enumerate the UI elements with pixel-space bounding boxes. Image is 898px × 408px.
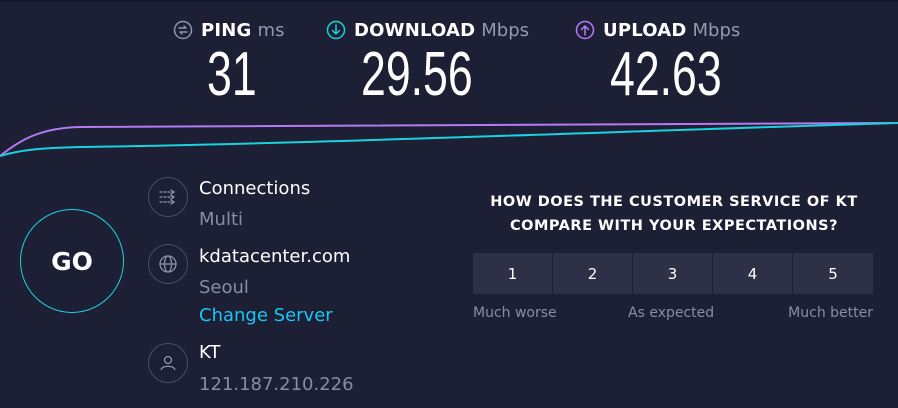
change-server-link[interactable]: Change Server: [199, 305, 333, 326]
scale-mid-label: As expected: [628, 305, 715, 321]
download-graph-line: [0, 122, 898, 157]
rating-option-4[interactable]: 4: [713, 253, 792, 294]
server-host: kdatacenter.com: [199, 246, 351, 267]
upload-metric: UPLOAD Mbps 42.63: [575, 18, 741, 106]
connections-mode[interactable]: Multi: [199, 209, 243, 230]
connections-icon: [159, 189, 176, 205]
user-icon-circle: [148, 343, 188, 383]
scale-high-label: Much better: [788, 305, 873, 321]
connections-title: Connections: [199, 178, 311, 199]
ping-label: PING: [201, 19, 252, 41]
survey-question-line2: COMPARE WITH YOUR EXPECTATIONS?: [509, 218, 838, 234]
ping-value: 31: [207, 40, 257, 109]
upload-unit: Mbps: [692, 19, 741, 41]
scale-low-label: Much worse: [473, 305, 557, 321]
rating-option-5[interactable]: 5: [793, 253, 873, 294]
ping-metric: PING ms 31: [173, 18, 285, 106]
speed-graph: [0, 122, 898, 157]
server-city: Seoul: [199, 277, 249, 298]
globe-icon-circle: [148, 244, 188, 284]
provider-name: KT: [199, 342, 221, 363]
ping-icon: [173, 20, 193, 40]
user-icon: [160, 355, 176, 371]
download-icon: [326, 20, 346, 40]
rating-option-1[interactable]: 1: [473, 253, 552, 294]
upload-value: 42.63: [610, 40, 722, 109]
top-border: [0, 0, 898, 2]
go-label: GO: [51, 246, 93, 276]
connections-icon-circle: [148, 177, 188, 217]
go-button[interactable]: GO: [20, 209, 124, 313]
survey-question: HOW DOES THE CUSTOMER SERVICE OF KT COMP…: [470, 190, 878, 238]
download-value: 29.56: [361, 40, 473, 109]
upload-label: UPLOAD: [603, 19, 687, 41]
download-metric: DOWNLOAD Mbps 29.56: [326, 18, 530, 106]
provider-ip: 121.187.210.226: [199, 374, 354, 395]
upload-icon: [575, 20, 595, 40]
survey-question-line1: HOW DOES THE CUSTOMER SERVICE OF KT: [490, 194, 858, 210]
rating-option-2[interactable]: 2: [553, 253, 632, 294]
ping-unit: ms: [257, 19, 285, 41]
rating-scale: 1 2 3 4 5: [473, 253, 873, 294]
download-label: DOWNLOAD: [354, 19, 476, 41]
rating-option-3[interactable]: 3: [633, 253, 712, 294]
download-unit: Mbps: [481, 19, 530, 41]
globe-icon: [159, 255, 177, 273]
